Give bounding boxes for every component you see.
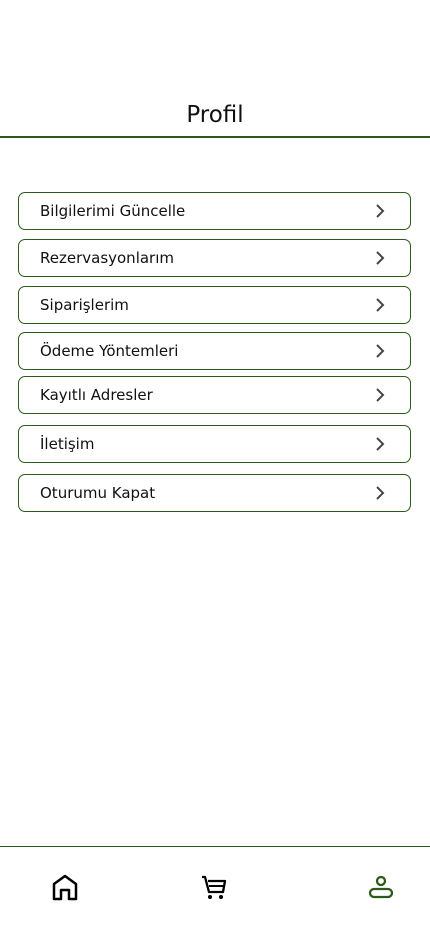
profile-icon <box>368 875 394 899</box>
chevron-right-icon <box>376 251 385 265</box>
nav-cart[interactable] <box>199 872 229 902</box>
menu-item[interactable]: Oturumu Kapat <box>18 474 411 512</box>
menu-item-label: Siparişlerim <box>40 296 129 314</box>
menu-item[interactable]: Bilgilerimi Güncelle <box>18 192 411 230</box>
bottom-nav-divider <box>0 846 430 847</box>
page-title: Profil <box>186 102 244 128</box>
nav-profile[interactable] <box>366 872 396 902</box>
menu-item[interactable]: Siparişlerim <box>18 286 411 324</box>
cart-icon <box>202 875 227 899</box>
chevron-right-icon <box>376 486 385 500</box>
menu-item-label: Ödeme Yöntemleri <box>40 342 179 360</box>
header-divider <box>0 136 430 138</box>
nav-home[interactable] <box>50 872 80 902</box>
menu-item-label: Oturumu Kapat <box>40 484 156 502</box>
chevron-right-icon <box>376 344 385 358</box>
menu-item-label: Rezervasyonlarım <box>40 249 174 267</box>
chevron-right-icon <box>376 298 385 312</box>
chevron-right-icon <box>376 437 385 451</box>
menu-item-label: İletişim <box>40 435 95 453</box>
menu-item[interactable]: Rezervasyonlarım <box>18 239 411 277</box>
menu-item[interactable]: Kayıtlı Adresler <box>18 376 411 414</box>
menu-item-label: Bilgilerimi Güncelle <box>40 202 186 220</box>
menu-item[interactable]: İletişim <box>18 425 411 463</box>
chevron-right-icon <box>376 204 385 218</box>
home-icon <box>52 874 78 901</box>
menu-item-label: Kayıtlı Adresler <box>40 386 153 404</box>
menu-item[interactable]: Ödeme Yöntemleri <box>18 332 411 370</box>
chevron-right-icon <box>376 388 385 402</box>
